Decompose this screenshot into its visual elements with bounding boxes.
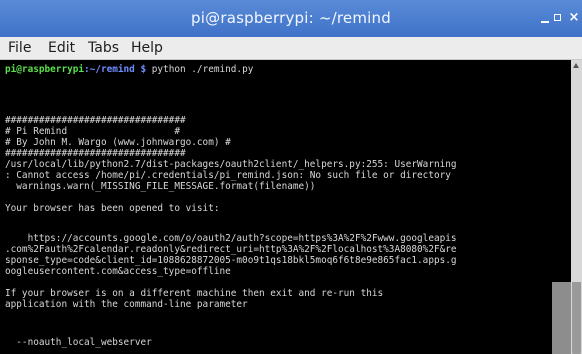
terminal-line: # By John M. Wargo (www.johnwargo.com) # bbox=[5, 137, 231, 148]
close-button[interactable]: × bbox=[564, 9, 582, 27]
window-title: pi@raspberrypi: ~/remind bbox=[191, 9, 391, 27]
terminal-line: application with the command-line parame… bbox=[5, 299, 248, 310]
terminal-line: --noauth_local_webserver bbox=[5, 337, 152, 348]
scrollbar-thumb[interactable] bbox=[572, 282, 581, 354]
terminal-line: sponse_type=code&client_id=1088628872005… bbox=[5, 255, 457, 266]
menu-help[interactable]: Help bbox=[131, 37, 163, 59]
title-bar[interactable]: pi@raspberrypi: ~/remind × bbox=[0, 0, 582, 37]
minimize-icon bbox=[541, 21, 549, 23]
terminal-line: /usr/local/lib/python2.7/dist-packages/o… bbox=[5, 159, 457, 170]
menu-tabs[interactable]: Tabs bbox=[88, 37, 119, 59]
terminal-line: oogleusercontent.com&access_type=offline bbox=[5, 266, 231, 277]
prompt-line: pi@raspberrypi:~/remind $ python ./remin… bbox=[5, 64, 253, 75]
menu-edit[interactable]: Edit bbox=[48, 37, 75, 59]
prompt-user: pi@raspberrypi bbox=[5, 64, 85, 75]
terminal-line: .com%2Fauth%2Fcalendar.readonly&redirect… bbox=[5, 244, 457, 255]
terminal-scrollbar[interactable] bbox=[571, 60, 582, 354]
overlapping-window-edge bbox=[552, 282, 571, 354]
terminal-window: pi@raspberrypi: ~/remind × File Edit Tab… bbox=[0, 0, 582, 354]
terminal-line: ################################ bbox=[5, 115, 186, 126]
scroll-up-icon[interactable] bbox=[573, 63, 579, 68]
terminal-line: : Cannot access /home/pi/.credentials/pi… bbox=[5, 170, 451, 181]
menu-bar: File Edit Tabs Help bbox=[0, 37, 582, 60]
prompt-path: :~/remind $ bbox=[84, 64, 152, 75]
close-icon: × bbox=[568, 10, 580, 25]
terminal-line: warnings.warn(_MISSING_FILE_MESSAGE.form… bbox=[5, 181, 316, 192]
menu-file[interactable]: File bbox=[8, 37, 31, 59]
terminal-line: https://accounts.google.com/o/oauth2/aut… bbox=[5, 233, 457, 244]
terminal-output[interactable]: pi@raspberrypi:~/remind $ python ./remin… bbox=[0, 60, 571, 354]
terminal-line: If your browser is on a different machin… bbox=[5, 288, 384, 299]
terminal-line: # Pi Remind # bbox=[5, 126, 180, 137]
prompt-command: python ./remind.py bbox=[151, 64, 254, 75]
terminal-line: Your browser has been opened to visit: bbox=[5, 203, 220, 214]
terminal-line: ################################ bbox=[5, 148, 186, 159]
maximize-icon bbox=[554, 14, 561, 21]
